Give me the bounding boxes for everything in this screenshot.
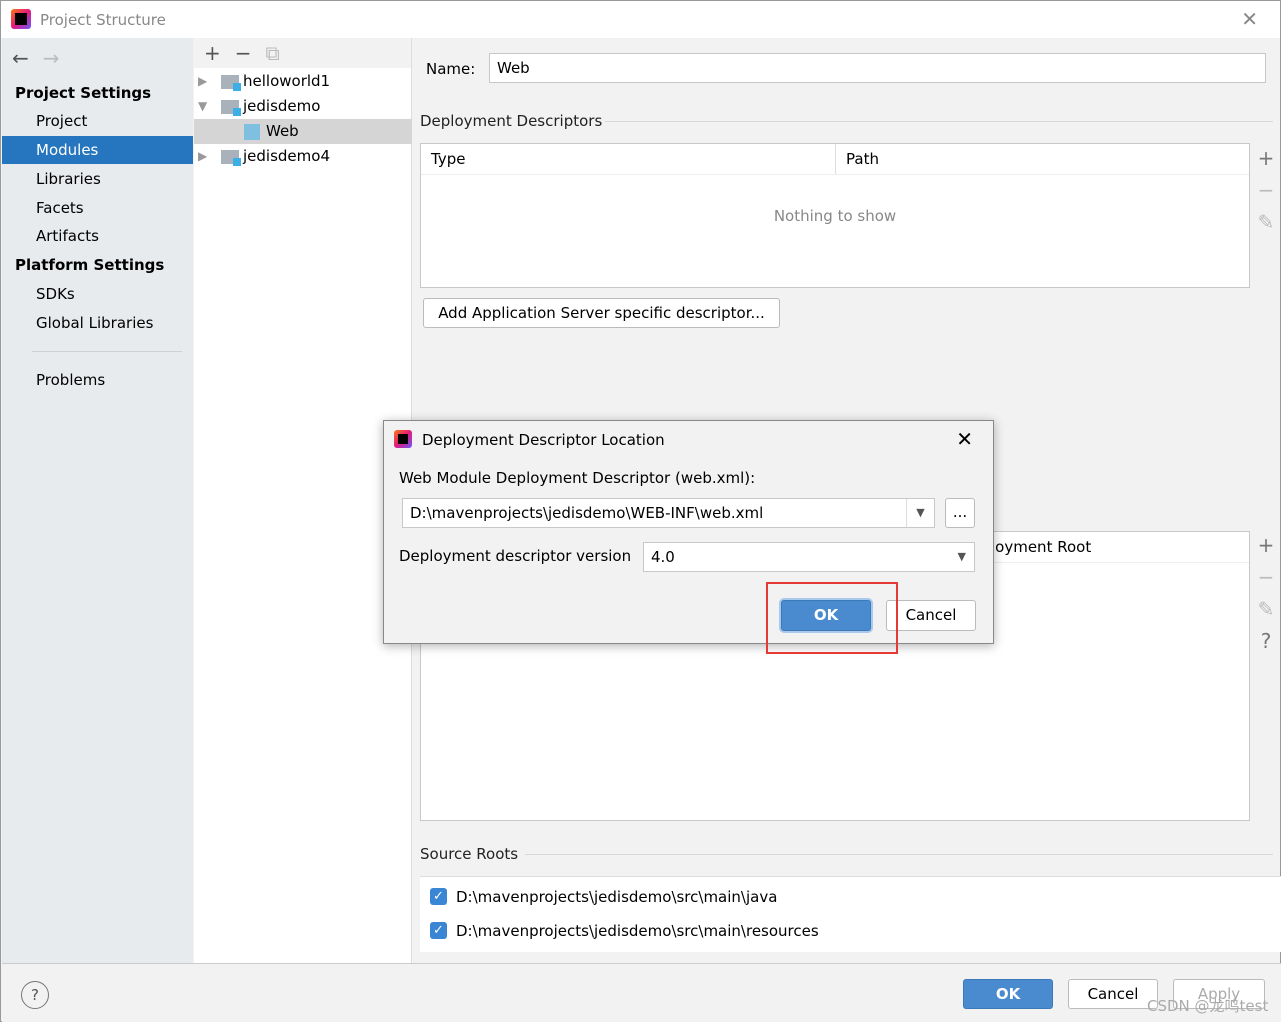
forward-icon[interactable]: → [43, 46, 60, 70]
add-icon[interactable]: + [1251, 533, 1281, 565]
source-roots-list: ✓ D:\mavenprojects\jedisdemo\src\main\ja… [420, 876, 1281, 952]
deployment-descriptors-heading: Deployment Descriptors [420, 112, 603, 130]
sidebar-item-project[interactable]: Project [2, 107, 193, 135]
dialog-cancel-button[interactable]: Cancel [886, 600, 976, 631]
module-folder-icon [221, 75, 241, 91]
window-title: Project Structure [40, 11, 166, 29]
column-header-deployment-root[interactable]: loyment Root [991, 538, 1091, 556]
ok-button[interactable]: OK [963, 979, 1053, 1009]
empty-table-text: Nothing to show [773, 207, 897, 225]
column-header-type[interactable]: Type [421, 144, 836, 174]
tree-node-jedisdemo[interactable]: ▼ jedisdemo [194, 94, 412, 119]
title-bar: Project Structure ✕ [1, 1, 1280, 38]
sidebar: ← → Project Settings Project Modules Libr… [2, 38, 193, 963]
dialog-footer: ? OK Cancel Apply [2, 963, 1281, 1022]
version-value: 4.0 [651, 548, 675, 566]
divider [32, 351, 182, 352]
deployment-descriptor-location-dialog: Deployment Descriptor Location ✕ Web Mod… [383, 420, 994, 644]
expand-arrow-icon[interactable]: ▶ [198, 69, 207, 94]
version-select[interactable]: 4.0 ▼ [643, 542, 975, 572]
expand-arrow-icon[interactable]: ▶ [198, 144, 207, 169]
source-root-path: D:\mavenprojects\jedisdemo\src\main\reso… [456, 922, 819, 940]
version-label: Deployment descriptor version [399, 547, 632, 565]
tree-node-jedisdemo4[interactable]: ▶ jedisdemo4 [194, 144, 412, 169]
source-root-path: D:\mavenprojects\jedisdemo\src\main\java [456, 888, 778, 906]
source-roots-heading: Source Roots [420, 845, 519, 863]
remove-icon[interactable]: − [1251, 565, 1281, 597]
add-icon[interactable]: + [1251, 146, 1281, 178]
name-label: Name: [426, 60, 476, 78]
annotation-highlight-box [766, 582, 898, 654]
descriptor-label: Web Module Deployment Descriptor (web.xm… [399, 469, 756, 487]
remove-icon[interactable]: − [235, 41, 252, 65]
tree-node-helloworld1[interactable]: ▶ helloworld1 [194, 69, 412, 94]
deployment-descriptors-table[interactable]: Type Path Nothing to show [420, 143, 1250, 288]
watermark: CSDN @龙鸣test [1147, 997, 1269, 1015]
descriptor-path-value: D:\mavenprojects\jedisdemo\WEB-INF\web.x… [410, 504, 764, 522]
browse-button[interactable]: ... [945, 498, 975, 528]
intellij-logo-icon [394, 430, 412, 448]
close-icon[interactable]: ✕ [956, 427, 973, 451]
checkbox-checked[interactable]: ✓ [430, 922, 447, 939]
help-button[interactable]: ? [21, 981, 49, 1009]
sidebar-item-problems[interactable]: Problems [2, 366, 193, 394]
edit-icon[interactable]: ✎ [1251, 210, 1281, 242]
checkbox-checked[interactable]: ✓ [430, 888, 447, 905]
column-header-path[interactable]: Path [836, 144, 1249, 174]
chevron-down-icon[interactable]: ▼ [906, 499, 934, 527]
name-input[interactable]: Web [489, 53, 1266, 83]
back-icon[interactable]: ← [12, 46, 29, 70]
descriptor-path-combobox[interactable]: D:\mavenprojects\jedisdemo\WEB-INF\web.x… [402, 498, 935, 528]
sidebar-item-facets[interactable]: Facets [2, 194, 193, 222]
tree-node-web[interactable]: Web [194, 119, 412, 144]
module-tree: + − ⧉ ▶ helloworld1 ▼ jedisdemo Web ▶ jedisde… [194, 38, 412, 963]
dialog-title: Deployment Descriptor Location [422, 431, 665, 449]
module-folder-icon [221, 150, 241, 166]
edit-icon[interactable]: ✎ [1251, 597, 1281, 629]
sidebar-item-modules[interactable]: Modules [2, 136, 193, 164]
remove-icon[interactable]: − [1251, 178, 1281, 210]
help-icon[interactable]: ? [1251, 629, 1281, 661]
chevron-down-icon: ▼ [957, 550, 966, 563]
sidebar-item-artifacts[interactable]: Artifacts [2, 222, 193, 250]
copy-icon[interactable]: ⧉ [266, 41, 280, 65]
sidebar-item-sdks[interactable]: SDKs [2, 280, 193, 308]
collapse-arrow-icon[interactable]: ▼ [198, 94, 207, 119]
project-settings-heading: Project Settings [15, 84, 152, 102]
cancel-button[interactable]: Cancel [1068, 979, 1158, 1009]
web-facet-icon [244, 124, 260, 140]
module-folder-icon [221, 100, 241, 116]
add-icon[interactable]: + [204, 41, 221, 65]
add-server-descriptor-button[interactable]: Add Application Server specific descript… [423, 298, 780, 328]
close-icon[interactable]: ✕ [1241, 7, 1258, 31]
sidebar-item-global-libraries[interactable]: Global Libraries [2, 309, 193, 337]
intellij-logo-icon [11, 9, 31, 29]
platform-settings-heading: Platform Settings [15, 256, 165, 274]
sidebar-item-libraries[interactable]: Libraries [2, 165, 193, 193]
